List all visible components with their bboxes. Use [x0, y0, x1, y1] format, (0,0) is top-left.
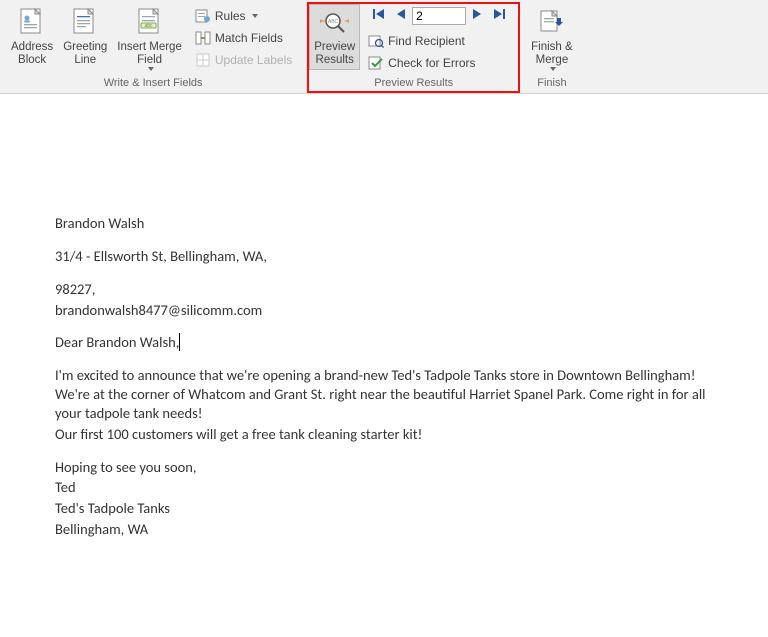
match-fields-icon — [195, 30, 211, 46]
check-for-errors-label: Check for Errors — [388, 56, 475, 70]
next-record-button[interactable] — [467, 6, 487, 25]
preview-results-button[interactable]: ABC PreviewResults — [309, 4, 360, 70]
svg-text:ABC: ABC — [328, 19, 339, 25]
greeting-line-icon — [71, 7, 99, 39]
check-for-errors-icon — [368, 55, 384, 71]
insert-merge-field-icon: abc — [136, 7, 164, 39]
first-record-icon — [372, 7, 386, 21]
finish-merge-button[interactable]: Finish &Merge — [526, 4, 578, 74]
document-body[interactable]: Brandon Walsh 31/4 - Ellsworth St, Belli… — [0, 94, 768, 571]
closing-line-4: Bellingham, WA — [55, 520, 713, 539]
closing-line-2: Ted — [55, 478, 713, 497]
find-recipient-button[interactable]: Find Recipient — [364, 31, 469, 51]
preview-results-label: PreviewResults — [314, 41, 355, 67]
match-fields-button[interactable]: Match Fields — [191, 28, 287, 48]
group-finish: Finish &Merge Finish — [520, 2, 584, 93]
ribbon: AddressBlock GreetingLine — [0, 0, 768, 94]
insert-merge-field-button[interactable]: abc Insert MergeField — [112, 4, 187, 74]
next-record-icon — [471, 7, 483, 21]
group-write-insert-fields: AddressBlock GreetingLine — [0, 2, 307, 93]
last-record-button[interactable] — [488, 6, 510, 25]
last-record-icon — [492, 7, 506, 21]
update-labels-button: Update Labels — [191, 50, 296, 70]
finish-merge-label: Finish &Merge — [531, 41, 573, 67]
closing-line-1: Hoping to see you soon, — [55, 458, 713, 477]
recipient-email: brandonwalsh8477@silicomm.com — [55, 301, 713, 320]
address-block-label: AddressBlock — [11, 41, 53, 67]
recipient-address: 31/4 - Ellsworth St, Bellingham, WA, — [55, 247, 713, 266]
group-preview-results: ABC PreviewResults — [307, 2, 520, 93]
update-labels-label: Update Labels — [215, 53, 292, 67]
finish-merge-icon — [537, 7, 567, 39]
chevron-down-icon — [550, 67, 556, 71]
previous-record-icon — [395, 7, 407, 21]
group-label-write-insert: Write & Insert Fields — [6, 75, 300, 91]
address-block-icon — [18, 7, 46, 39]
match-fields-label: Match Fields — [215, 31, 283, 45]
rules-button[interactable]: Rules — [191, 6, 262, 26]
greeting-line-label: GreetingLine — [63, 41, 107, 67]
svg-text:abc: abc — [144, 23, 153, 29]
insert-merge-field-label: Insert MergeField — [117, 41, 182, 67]
rules-label: Rules — [215, 9, 246, 23]
address-block-button[interactable]: AddressBlock — [6, 4, 58, 70]
preview-results-icon: ABC — [320, 7, 350, 39]
rules-icon — [195, 8, 211, 24]
group-label-preview-results: Preview Results — [309, 75, 518, 91]
find-recipient-icon — [368, 33, 384, 49]
recipient-zip: 98227, — [55, 280, 713, 299]
body-paragraph-2: Our first 100 customers will get a free … — [55, 425, 713, 444]
first-record-button[interactable] — [368, 6, 390, 25]
salutation: Dear Brandon Walsh, — [55, 333, 713, 352]
group-label-finish: Finish — [526, 75, 578, 91]
chevron-down-icon — [148, 67, 154, 71]
recipient-name: Brandon Walsh — [55, 214, 713, 233]
update-labels-icon — [195, 52, 211, 68]
body-paragraph-1: I'm excited to announce that we're openi… — [55, 366, 713, 423]
check-for-errors-button[interactable]: Check for Errors — [364, 53, 479, 73]
chevron-down-icon — [252, 14, 258, 18]
text-cursor — [179, 333, 180, 351]
closing-line-3: Ted's Tadpole Tanks — [55, 499, 713, 518]
previous-record-button[interactable] — [391, 6, 411, 25]
record-number-input[interactable] — [412, 7, 466, 25]
find-recipient-label: Find Recipient — [388, 34, 465, 48]
greeting-line-button[interactable]: GreetingLine — [58, 4, 112, 70]
